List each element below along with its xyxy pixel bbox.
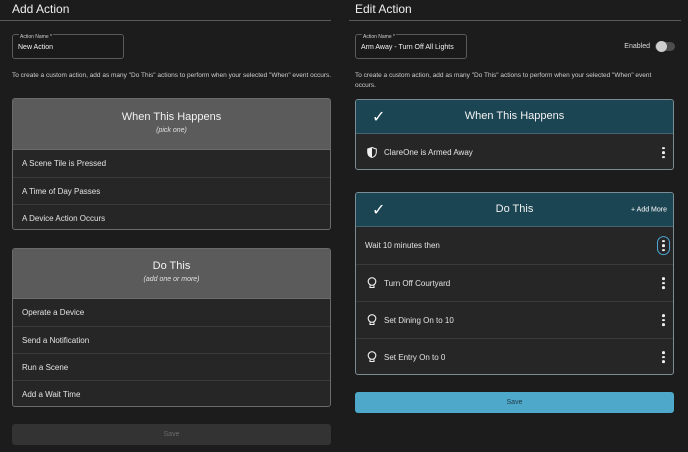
add-more-button[interactable]: + Add More — [631, 206, 667, 213]
instructions-text: To create a custom action, add as many "… — [12, 72, 332, 79]
do-option-label: Add a Wait Time — [22, 389, 81, 399]
save-button[interactable]: Save — [355, 392, 674, 413]
action-name-label: Action Name * — [362, 34, 396, 40]
do-card-title: Do This — [152, 260, 191, 272]
when-option-label: A Scene Tile is Pressed — [22, 159, 107, 168]
action-name-label: Action Name * — [19, 34, 53, 40]
step-row-entry[interactable]: Set Entry On to 0 — [356, 338, 673, 374]
do-this-card: Do This (add one or more) Operate a Devi… — [12, 248, 331, 407]
step-row-dining[interactable]: Set Dining On to 10 — [356, 301, 673, 338]
do-this-card: ✓ Do This + Add More Wait 10 minutes the… — [355, 192, 674, 375]
do-option-label: Send a Notification — [22, 335, 90, 345]
lightbulb-icon — [365, 351, 379, 363]
action-name-value: Arm Away - Turn Off All Lights — [361, 44, 454, 51]
more-options-icon[interactable] — [662, 351, 665, 363]
more-options-icon[interactable] — [662, 146, 665, 159]
action-name-value: New Action — [18, 44, 54, 51]
lightbulb-icon — [365, 277, 379, 289]
lightbulb-icon — [365, 314, 379, 326]
enabled-label: Enabled — [624, 43, 650, 50]
when-option-time-of-day[interactable]: A Time of Day Passes — [13, 177, 330, 204]
step-row-wait[interactable]: Wait 10 minutes then — [356, 227, 673, 264]
when-card-header: ✓ When This Happens — [356, 100, 673, 134]
more-options-icon[interactable] — [657, 235, 670, 256]
action-name-field[interactable]: Action Name * New Action — [12, 34, 124, 59]
edit-action-title: Edit Action — [355, 2, 412, 16]
when-option-device-action[interactable]: A Device Action Occurs — [13, 204, 330, 229]
action-name-field[interactable]: Action Name * Arm Away - Turn Off All Li… — [355, 34, 467, 59]
when-card-subtitle: (pick one) — [156, 127, 187, 134]
enabled-toggle-group: Enabled — [624, 40, 675, 52]
add-action-title: Add Action — [12, 2, 70, 16]
when-option-label: A Time of Day Passes — [22, 186, 101, 196]
do-option-add-wait-time[interactable]: Add a Wait Time — [13, 380, 330, 406]
when-card-header: When This Happens (pick one) — [13, 99, 330, 150]
instructions-text: To create a custom action, add as many "… — [355, 72, 652, 89]
trigger-label: ClareOne is Armed Away — [384, 148, 473, 157]
do-card-header: ✓ Do This + Add More — [356, 193, 673, 227]
do-card-subtitle: (add one or more) — [143, 276, 200, 283]
checkmark-icon: ✓ — [372, 201, 386, 219]
do-option-send-notification[interactable]: Send a Notification — [13, 326, 330, 353]
do-option-operate-device[interactable]: Operate a Device — [13, 299, 330, 326]
step-label: Set Entry On to 0 — [384, 352, 446, 362]
add-action-panel: Add Action Action Name * New Action To c… — [0, 0, 331, 452]
edit-action-panel: Edit Action Action Name * Arm Away - Tur… — [349, 0, 681, 452]
when-this-happens-card: ✓ When This Happens ClareOne is Armed Aw… — [355, 99, 674, 170]
when-card-title: When This Happens — [464, 110, 565, 122]
do-option-run-scene[interactable]: Run a Scene — [13, 353, 330, 380]
do-option-label: Run a Scene — [22, 362, 69, 372]
when-option-label: A Device Action Occurs — [22, 213, 106, 223]
title-divider — [0, 20, 331, 21]
step-label: Set Dining On to 10 — [384, 315, 454, 325]
title-divider — [349, 20, 681, 21]
toggle-knob — [656, 40, 667, 52]
more-options-icon[interactable] — [662, 314, 665, 326]
enabled-toggle[interactable] — [655, 40, 675, 52]
shield-icon — [365, 147, 379, 158]
step-row-courtyard[interactable]: Turn Off Courtyard — [356, 264, 673, 301]
do-card-title: Do This — [495, 203, 534, 215]
save-button-disabled[interactable]: Save — [12, 424, 331, 445]
step-label: Wait 10 minutes then — [365, 241, 440, 250]
step-label: Turn Off Courtyard — [384, 278, 451, 288]
trigger-row[interactable]: ClareOne is Armed Away — [356, 134, 673, 169]
when-this-happens-card: When This Happens (pick one) A Scene Til… — [12, 98, 331, 230]
when-option-scene-tile[interactable]: A Scene Tile is Pressed — [13, 150, 330, 177]
more-options-icon[interactable] — [662, 277, 665, 289]
checkmark-icon: ✓ — [372, 108, 386, 126]
do-card-header: Do This (add one or more) — [13, 249, 330, 299]
when-card-title: When This Happens — [121, 111, 222, 123]
do-option-label: Operate a Device — [22, 308, 85, 317]
